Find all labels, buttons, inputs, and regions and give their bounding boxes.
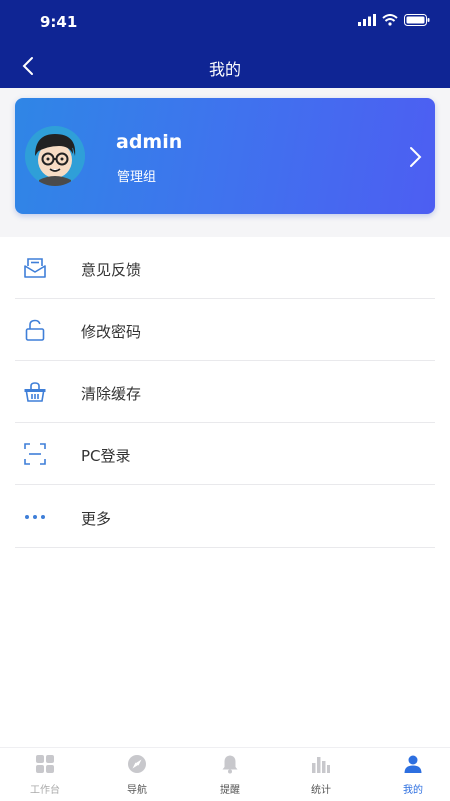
- nav-bar: 我的: [0, 44, 450, 88]
- more-dots-icon: [25, 515, 45, 519]
- tab-label: 提醒: [220, 785, 240, 796]
- menu-label: 清除缓存: [81, 385, 142, 403]
- signal-icon: [358, 14, 376, 26]
- status-icons: [358, 14, 430, 26]
- chevron-right-icon[interactable]: [405, 145, 425, 169]
- grid-icon: [36, 755, 54, 773]
- tab-reminder[interactable]: 提醒: [185, 748, 275, 801]
- bar-chart-icon: [312, 757, 330, 773]
- user-group: 管理组: [117, 170, 157, 185]
- menu-label: 更多: [81, 510, 112, 528]
- menu-label: PC登录: [81, 447, 131, 465]
- settings-menu: 意见反馈 修改密码 清除缓存 PC登录 更多: [0, 237, 450, 747]
- tab-label: 工作台: [30, 785, 60, 796]
- profile-card[interactable]: admin 管理组: [15, 98, 435, 214]
- status-time: 9:41: [40, 13, 78, 31]
- feedback-mail-icon: [24, 258, 46, 278]
- menu-item-pc-login[interactable]: PC登录: [15, 423, 435, 485]
- avatar-image: [25, 126, 85, 186]
- menu-item-change-password[interactable]: 修改密码: [15, 299, 435, 361]
- compass-icon: [128, 755, 146, 773]
- bell-icon: [222, 755, 238, 774]
- username: admin: [116, 131, 183, 153]
- menu-item-more[interactable]: 更多: [15, 486, 435, 548]
- menu-item-clear-cache[interactable]: 清除缓存: [15, 361, 435, 423]
- tab-label: 导航: [127, 785, 147, 796]
- user-icon: [404, 755, 422, 773]
- menu-label: 修改密码: [81, 323, 142, 341]
- tab-workbench[interactable]: 工作台: [0, 748, 90, 801]
- tab-statistics[interactable]: 统计: [276, 748, 366, 801]
- bottom-tab-bar: 工作台 导航 提醒 统计 我的: [0, 747, 450, 801]
- wifi-icon: [382, 14, 398, 26]
- tab-navigation[interactable]: 导航: [92, 748, 182, 801]
- avatar[interactable]: [25, 126, 85, 186]
- basket-icon: [24, 382, 46, 402]
- tab-label: 我的: [403, 785, 423, 796]
- lock-icon: [25, 319, 45, 341]
- status-bar: 9:41: [0, 0, 450, 44]
- battery-icon: [404, 14, 430, 26]
- app-header: 9:41 我的: [0, 0, 450, 88]
- menu-item-feedback[interactable]: 意见反馈: [15, 237, 435, 299]
- tab-mine[interactable]: 我的: [368, 748, 450, 801]
- scan-icon: [24, 443, 46, 465]
- tab-label: 统计: [311, 785, 331, 796]
- menu-label: 意见反馈: [81, 261, 142, 279]
- page-title: 我的: [208, 60, 241, 79]
